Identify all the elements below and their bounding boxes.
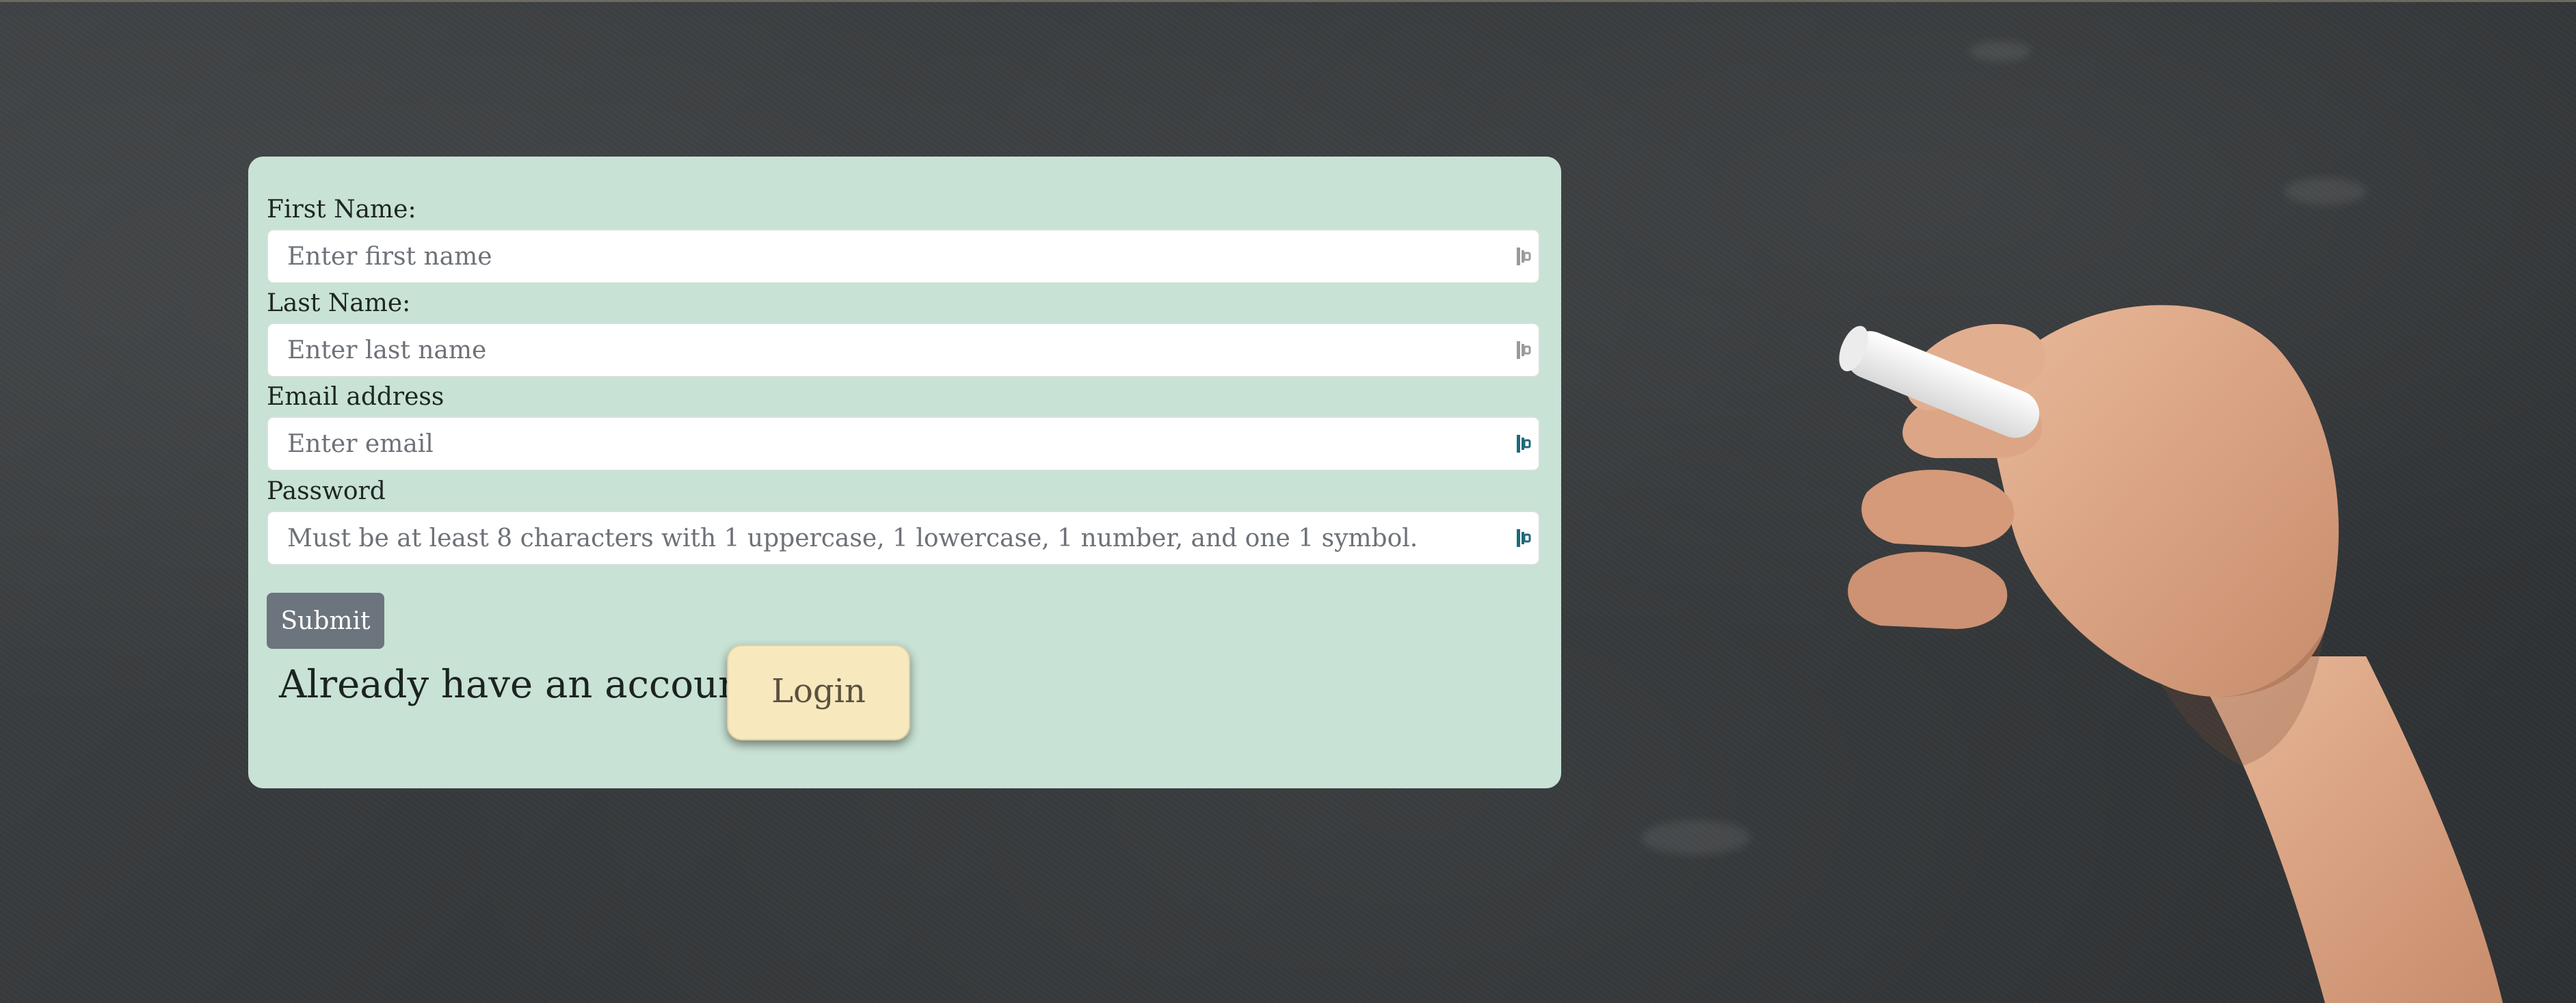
- chalk-dust: [1641, 820, 1751, 855]
- signup-form: First Name: Last Name: Email address Pas…: [248, 157, 1561, 788]
- last-name-label: Last Name:: [267, 289, 411, 317]
- last-name-input[interactable]: [267, 323, 1540, 377]
- password-label: Password: [267, 477, 386, 505]
- finger-shape: [1848, 552, 2008, 629]
- email-label: Email address: [267, 383, 444, 411]
- password-manager-key-icon[interactable]: [1516, 246, 1531, 267]
- top-border: [0, 0, 2576, 2]
- submit-button[interactable]: Submit: [267, 593, 384, 649]
- chalk-dust: [1969, 41, 2031, 62]
- already-have-account-text: Already have an account?: [279, 663, 779, 707]
- password-manager-key-icon[interactable]: [1516, 528, 1531, 548]
- password-manager-key-icon[interactable]: [1516, 340, 1531, 360]
- chalk-dust: [2284, 178, 2366, 205]
- email-input[interactable]: [267, 416, 1540, 471]
- finger-shape: [1861, 470, 2015, 547]
- password-manager-key-icon[interactable]: [1516, 433, 1531, 454]
- hand-holding-chalk-illustration: [1839, 305, 2503, 1003]
- login-button[interactable]: Login: [727, 645, 910, 740]
- first-name-input[interactable]: [267, 229, 1540, 284]
- first-name-label: First Name:: [267, 196, 416, 224]
- password-input[interactable]: [267, 511, 1540, 565]
